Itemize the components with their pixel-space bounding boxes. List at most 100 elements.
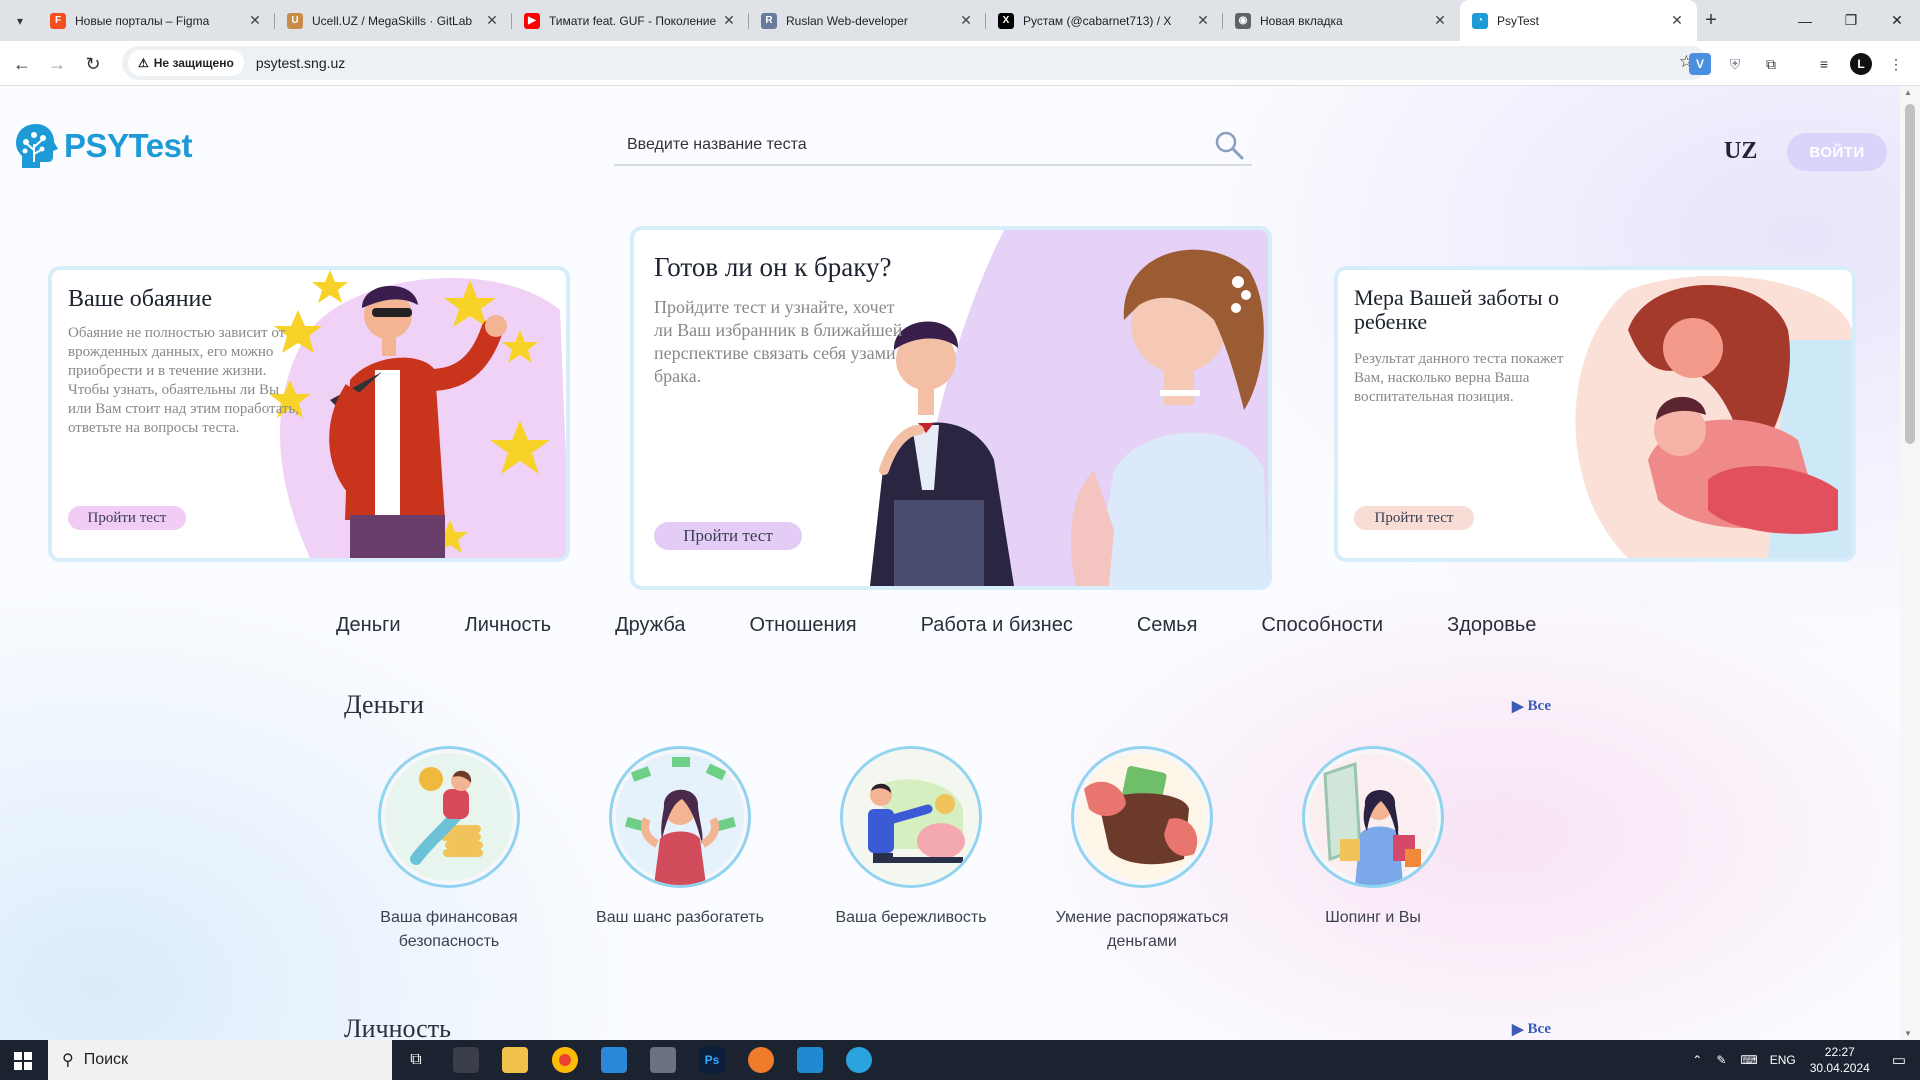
- windows-start-icon[interactable]: [14, 1052, 32, 1070]
- browser-tab-active[interactable]: ◔ PsyTest ✕: [1460, 0, 1697, 41]
- shopping-icon: [1302, 746, 1444, 888]
- psytest-page: PSYTest UZ ВОЙТИ: [0, 86, 1900, 1040]
- back-arrow-icon[interactable]: ←: [9, 51, 35, 77]
- extension-v-icon[interactable]: V: [1689, 53, 1711, 75]
- close-tab-icon[interactable]: ✕: [247, 12, 263, 29]
- test-search-input[interactable]: [614, 136, 1214, 154]
- security-chip[interactable]: ⚠ Не защищено: [128, 50, 244, 76]
- psytest-favicon-icon: ◔: [1472, 12, 1488, 29]
- close-tab-icon[interactable]: ✕: [1669, 12, 1685, 29]
- media-controls-icon[interactable]: ≡: [1813, 53, 1835, 75]
- featured-card-parenting[interactable]: Мера Вашей заботы о ребенке Результат да…: [1334, 266, 1856, 562]
- browser-tab[interactable]: R Ruslan Web-developer ✕: [749, 0, 986, 41]
- reload-icon[interactable]: ↻: [80, 51, 106, 77]
- take-test-button[interactable]: Пройти тест: [68, 506, 186, 530]
- browser-tab[interactable]: X Рустам (@cabarnet713) / X ✕: [986, 0, 1223, 41]
- site-favicon-icon: R: [761, 12, 777, 29]
- wallet-icon: [1071, 746, 1213, 888]
- category-family[interactable]: Семья: [1137, 614, 1198, 637]
- category-abilities[interactable]: Способности: [1261, 614, 1383, 637]
- task-view-icon[interactable]: ⧉: [403, 1047, 429, 1073]
- category-friendship[interactable]: Дружба: [615, 614, 685, 637]
- file-explorer-icon[interactable]: [502, 1047, 528, 1073]
- test-tile[interactable]: Ваша бережливость: [801, 746, 1021, 930]
- card-description: Пройдите тест и узнайте, хочет ли Ваш из…: [654, 297, 903, 386]
- forward-arrow-icon[interactable]: →: [44, 51, 70, 77]
- page-scrollbar[interactable]: ▲ ▼: [1900, 86, 1920, 1040]
- gitlab-favicon-icon: U: [287, 12, 303, 29]
- notifications-icon[interactable]: ▭: [1892, 1051, 1906, 1069]
- see-all-link[interactable]: ▶ Все: [1512, 697, 1551, 716]
- taskbar-search-icon: ⚲: [62, 1052, 74, 1069]
- tab-title: Ruslan Web-developer: [786, 13, 908, 28]
- address-bar[interactable]: ⚠ Не защищено psytest.sng.uz ☆: [122, 46, 1708, 80]
- fl-studio-icon[interactable]: [748, 1047, 774, 1073]
- vscode-icon[interactable]: [797, 1047, 823, 1073]
- card-description: Обаяние не полностью зависит от врожденн…: [68, 325, 300, 436]
- test-label: Ваша финансовая безопасность: [380, 909, 518, 950]
- clock[interactable]: 22:27 30.04.2024: [1810, 1044, 1870, 1076]
- featured-card-charm[interactable]: Ваше обаяние Обаяние не полностью зависи…: [48, 266, 570, 562]
- minimize-icon[interactable]: —: [1782, 0, 1828, 41]
- scroll-up-icon[interactable]: ▲: [1904, 88, 1912, 97]
- chrome-taskbar-icon[interactable]: [552, 1047, 578, 1073]
- browser-menu-icon[interactable]: ⋮: [1885, 53, 1907, 75]
- category-health[interactable]: Здоровье: [1447, 614, 1536, 637]
- pen-icon[interactable]: ✎: [1716, 1053, 1726, 1067]
- site-logo[interactable]: PSYTest: [14, 122, 192, 170]
- test-tile[interactable]: Шопинг и Вы: [1263, 746, 1483, 930]
- test-tile[interactable]: Умение распоряжаться деньгами: [1032, 746, 1252, 954]
- language-switch[interactable]: UZ: [1724, 138, 1757, 165]
- see-all-link[interactable]: ▶ Все: [1512, 1020, 1551, 1039]
- featured-card-marriage[interactable]: Готов ли он к браку? Пройдите тест и узн…: [630, 226, 1272, 590]
- tab-title: PsyTest: [1497, 13, 1540, 28]
- scrollbar-thumb[interactable]: [1905, 104, 1915, 444]
- category-work-business[interactable]: Работа и бизнес: [921, 614, 1073, 637]
- restore-icon[interactable]: ❐: [1828, 0, 1874, 41]
- taskbar-search-box[interactable]: ⚲ Поиск: [48, 1040, 392, 1080]
- figma-favicon-icon: F: [50, 12, 66, 29]
- category-personality[interactable]: Личность: [465, 614, 551, 637]
- test-tile[interactable]: Ваша финансовая безопасность: [339, 746, 559, 954]
- take-test-button[interactable]: Пройти тест: [654, 522, 802, 550]
- extensions-puzzle-icon[interactable]: ⧉: [1760, 53, 1782, 75]
- url-text[interactable]: psytest.sng.uz: [256, 55, 346, 71]
- scroll-down-icon[interactable]: ▼: [1904, 1029, 1912, 1038]
- close-tab-icon[interactable]: ✕: [1195, 12, 1211, 29]
- section-title: Деньги: [344, 690, 424, 719]
- tray-chevron-icon[interactable]: ⌃: [1692, 1053, 1702, 1067]
- category-money[interactable]: Деньги: [336, 614, 401, 637]
- card-title: Готов ли он к браку?: [654, 252, 892, 282]
- browser-tab[interactable]: ▶ Тимати feat. GUF - Поколение ✕: [512, 0, 749, 41]
- mail-icon[interactable]: [601, 1047, 627, 1073]
- close-tab-icon[interactable]: ✕: [721, 12, 737, 29]
- profile-avatar[interactable]: L: [1850, 53, 1872, 75]
- browser-toolbar: ← → ↻ ⚠ Не защищено psytest.sng.uz ☆ V ⛨ …: [0, 41, 1920, 86]
- new-tab-button[interactable]: +: [1697, 0, 1725, 41]
- keyboard-icon[interactable]: ⌨: [1740, 1053, 1757, 1067]
- close-tab-icon[interactable]: ✕: [1432, 12, 1448, 29]
- see-all-label: Все: [1527, 1021, 1552, 1037]
- tab-title: Тимати feat. GUF - Поколение: [549, 13, 717, 28]
- close-tab-icon[interactable]: ✕: [484, 12, 500, 29]
- login-button[interactable]: ВОЙТИ: [1787, 133, 1887, 171]
- browser-tab[interactable]: U Ucell.UZ / MegaSkills · GitLab ✕: [275, 0, 512, 41]
- close-window-icon[interactable]: ✕: [1874, 0, 1920, 41]
- close-tab-icon[interactable]: ✕: [958, 12, 974, 29]
- photoshop-icon[interactable]: Ps: [699, 1047, 725, 1073]
- head-tree-logo-icon: [16, 124, 58, 168]
- piggy-bank-icon: [840, 746, 982, 888]
- calculator-icon[interactable]: [650, 1047, 676, 1073]
- telegram-icon[interactable]: [846, 1047, 872, 1073]
- category-relationships[interactable]: Отношения: [749, 614, 856, 637]
- search-icon[interactable]: [1214, 130, 1244, 160]
- test-tile[interactable]: Ваш шанс разбогатеть: [570, 746, 790, 930]
- store-icon[interactable]: [453, 1047, 479, 1073]
- tab-search-chevron-icon[interactable]: ▾: [8, 9, 32, 33]
- take-test-button[interactable]: Пройти тест: [1354, 506, 1474, 530]
- taskbar-search-label: Поиск: [83, 1051, 129, 1068]
- browser-tab[interactable]: F Новые порталы – Figma ✕: [38, 0, 275, 41]
- input-language[interactable]: ENG: [1770, 1053, 1796, 1067]
- browser-tab[interactable]: ◉ Новая вкладка ✕: [1223, 0, 1460, 41]
- shield-extension-icon[interactable]: ⛨: [1724, 53, 1746, 75]
